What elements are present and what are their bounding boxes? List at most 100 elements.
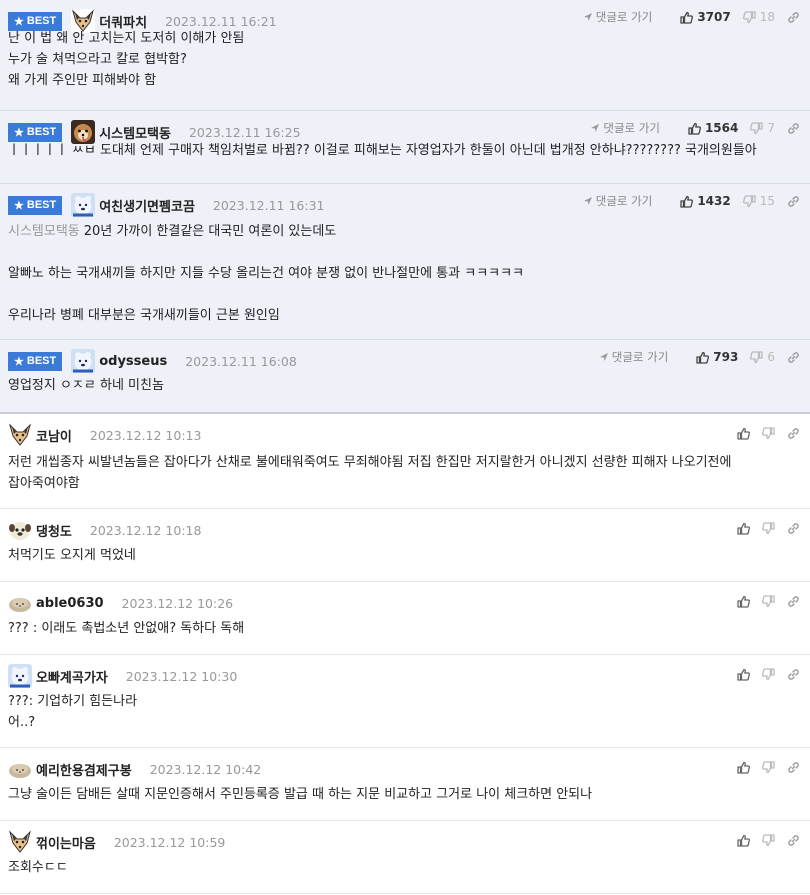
comment-line: 영업정지 ㅇㅈㄹ 하네 미친놈 — [8, 375, 798, 396]
thumbs-down-icon — [762, 833, 775, 847]
upvote-button[interactable]: 1564 — [688, 121, 738, 135]
copy-link-button[interactable] — [787, 668, 800, 681]
comment-text: 저런 개씹종자 씨발년놈들은 잡아다가 산채로 불에태워죽여도 무죄해야됨 저집… — [8, 455, 732, 470]
copy-link-button[interactable] — [787, 522, 800, 535]
copy-link-button[interactable] — [787, 195, 800, 208]
best-badge: ★ BEST — [8, 122, 63, 142]
pug-avatar[interactable] — [8, 518, 32, 542]
comment-body: 난 이 법 왜 안 고치는지 도저히 이해가 안됨 누가 술 쳐먹으라고 칼로 협… — [8, 28, 798, 91]
send-arrow-icon — [599, 352, 609, 362]
copy-link-button[interactable] — [787, 122, 800, 135]
upvote-count: 1432 — [697, 194, 731, 208]
thumbs-down-icon — [750, 121, 764, 135]
link-icon — [787, 427, 800, 440]
thumbs-up-icon — [737, 834, 750, 847]
author-nickname[interactable]: 예리한용겸제구봉 — [36, 760, 132, 779]
author-nickname[interactable]: 시스템모택동 — [99, 123, 171, 142]
comment-date: 2023.12.11 16:31 — [212, 197, 325, 213]
downvote-button[interactable] — [762, 594, 775, 608]
downvote-button[interactable] — [762, 833, 775, 847]
author-nickname[interactable]: 꺾이는마음 — [36, 833, 96, 852]
downvote-button[interactable] — [762, 760, 775, 774]
comment-date: 2023.12.12 10:13 — [89, 427, 202, 443]
comment-actions — [725, 758, 800, 776]
upvote-button[interactable]: 793 — [696, 350, 738, 364]
send-arrow-icon — [583, 196, 593, 206]
copy-link-button[interactable] — [787, 761, 800, 774]
downvote-button[interactable] — [762, 667, 775, 681]
upvote-button[interactable] — [737, 427, 750, 440]
comment-line: 그냥 술이든 담배든 살때 지문인증해서 주민등록증 발급 때 하는 지문 비교… — [8, 784, 798, 805]
comment-line: 누가 술 쳐먹으라고 칼로 협박함? — [8, 49, 798, 70]
comment-actions — [725, 592, 800, 610]
best-badge: ★ BEST — [8, 195, 63, 215]
thumbs-down-icon — [742, 194, 756, 208]
copy-link-button[interactable] — [787, 595, 800, 608]
upvote-button[interactable] — [737, 522, 750, 535]
upvote-button[interactable] — [737, 761, 750, 774]
downvote-button[interactable]: 7 — [750, 121, 775, 135]
author-nickname[interactable]: 코남이 — [36, 426, 72, 445]
downvote-button[interactable]: 15 — [742, 194, 775, 208]
downvote-button[interactable] — [762, 521, 775, 535]
thumbs-down-icon — [762, 594, 775, 608]
link-icon — [787, 761, 800, 774]
comment-body: 영업정지 ㅇㅈㄹ 하네 미친놈 — [8, 375, 798, 396]
author-nickname[interactable]: 여친생기면펨코끔 — [99, 196, 195, 215]
copy-link-button[interactable] — [787, 351, 800, 364]
comment-line — [8, 284, 798, 305]
bear-avatar[interactable] — [71, 349, 96, 373]
bear-avatar[interactable] — [8, 664, 32, 688]
upvote-button[interactable] — [737, 668, 750, 681]
fox-avatar[interactable] — [8, 830, 32, 854]
thumbs-down-icon — [750, 350, 764, 364]
goto-comment-link[interactable]: 댓글로 가기 — [583, 9, 652, 25]
comment-actions: 댓글로 가기 3707 18 — [583, 8, 800, 26]
blob-avatar[interactable] — [8, 757, 32, 781]
fox-avatar[interactable] — [8, 423, 32, 447]
star-icon: ★ — [14, 15, 24, 28]
thumbs-up-icon — [737, 668, 750, 681]
upvote-button[interactable] — [737, 595, 750, 608]
comment-header: 오빠계곡가자 2023.12.12 10:30 — [8, 664, 237, 688]
blob-avatar[interactable] — [8, 591, 32, 615]
comment-date: 2023.12.11 16:08 — [185, 353, 297, 369]
downvote-button[interactable]: 6 — [750, 350, 775, 364]
comment-line: 왜 가게 주인만 피해봐야 함 — [8, 70, 798, 91]
goto-comment-link[interactable]: 댓글로 가기 — [583, 193, 653, 209]
comment-text: 처먹기도 오지게 먹었네 — [8, 548, 136, 563]
reply-to-nickname[interactable]: 시스템모택동 — [8, 224, 80, 239]
comment-body: 시스템모택동 20년 가까이 한결같은 대국민 여론이 있는데도 알빠노 하는 국… — [8, 221, 798, 326]
send-arrow-icon — [590, 123, 600, 133]
link-icon — [787, 668, 800, 681]
copy-link-button[interactable] — [787, 427, 800, 440]
comment-actions: 댓글로 가기 1432 15 — [583, 192, 800, 210]
author-nickname[interactable]: odysseus — [99, 354, 167, 369]
downvote-count: 7 — [767, 121, 775, 135]
upvote-button[interactable] — [737, 834, 750, 847]
downvote-button[interactable]: 18 — [742, 10, 775, 24]
best-comment: ★ BEST 더쿼파치 2023.12.11 16:21 댓글로 가기 3707 18 난 이… — [0, 0, 810, 111]
thumbs-down-icon — [742, 10, 756, 24]
upvote-button[interactable]: 3707 — [680, 10, 731, 24]
comment-body: 처먹기도 오지게 먹었네 — [8, 545, 798, 566]
comment-header: able0630 2023.12.12 10:26 — [8, 591, 233, 615]
copy-link-button[interactable] — [787, 11, 800, 24]
comment-line: ㅣㅣㅣㅣㅣ ㅆㅂ 도대체 언제 구매자 책임처벌로 바뀜?? 이걸로 피해보는 … — [8, 140, 798, 161]
copy-link-button[interactable] — [787, 834, 800, 847]
author-nickname[interactable]: able0630 — [36, 596, 104, 611]
author-nickname[interactable]: 댕청도 — [36, 521, 72, 540]
upvote-button[interactable]: 1432 — [680, 194, 731, 208]
comment-line: 처먹기도 오지게 먹었네 — [8, 545, 798, 566]
bear-avatar[interactable] — [71, 193, 96, 217]
thumbs-up-icon — [688, 122, 701, 135]
goto-comment-label: 댓글로 가기 — [595, 194, 653, 208]
comment-body: ㅣㅣㅣㅣㅣ ㅆㅂ 도대체 언제 구매자 책임처벌로 바뀜?? 이걸로 피해보는 … — [8, 140, 798, 161]
link-icon — [787, 595, 800, 608]
link-icon — [787, 834, 800, 847]
goto-comment-link[interactable]: 댓글로 가기 — [599, 349, 668, 365]
downvote-button[interactable] — [762, 426, 775, 440]
upvote-count: 3707 — [697, 10, 731, 24]
author-nickname[interactable]: 오빠계곡가자 — [36, 667, 108, 686]
goto-comment-link[interactable]: 댓글로 가기 — [590, 120, 660, 136]
